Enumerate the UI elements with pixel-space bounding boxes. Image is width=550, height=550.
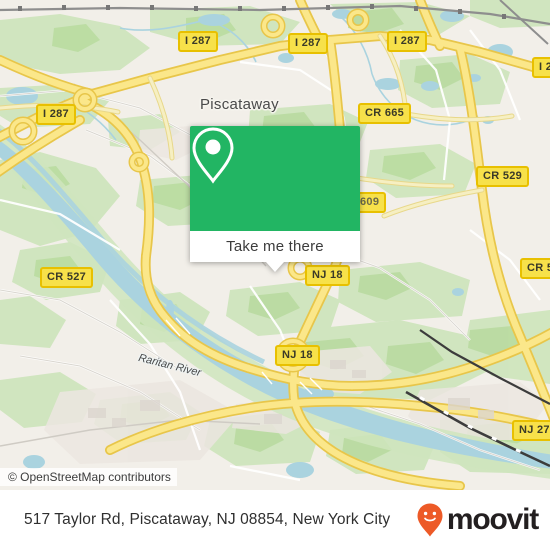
route-shield-i287-c[interactable]: I 287 (387, 31, 427, 52)
route-shield-i2-clipped[interactable]: I 2 (532, 57, 550, 78)
route-shield-cr527[interactable]: CR 527 (40, 267, 94, 288)
route-shield-i287-a[interactable]: I 287 (178, 31, 218, 52)
map-canvas[interactable]: Piscataway Raritan River I 287 I 287 I 2… (0, 0, 550, 490)
route-shield-nj18-a[interactable]: NJ 18 (305, 265, 350, 286)
route-shield-cr5-clipped[interactable]: CR 5 (520, 258, 550, 279)
address-label: 517 Taylor Rd, Piscataway, NJ 08854, New… (24, 511, 391, 528)
route-shield-i287-d[interactable]: I 287 (36, 104, 76, 125)
moovit-wordmark: moovit (446, 503, 539, 536)
destination-popup[interactable]: Take me there (190, 126, 360, 272)
route-shield-cr529[interactable]: CR 529 (476, 166, 530, 187)
map-pin-icon (192, 127, 234, 184)
map-attribution[interactable]: © OpenStreetMap contributors (0, 468, 177, 486)
footer-bar: 517 Taylor Rd, Piscataway, NJ 08854, New… (0, 490, 550, 550)
moovit-pin-smiley-icon (417, 503, 443, 537)
take-me-there-label: Take me there (226, 238, 324, 255)
route-shield-i287-b[interactable]: I 287 (288, 33, 328, 54)
place-label-piscataway: Piscataway (200, 96, 279, 113)
route-shield-nj18-b[interactable]: NJ 18 (275, 345, 320, 366)
map-screenshot-root: Piscataway Raritan River I 287 I 287 I 2… (0, 0, 550, 550)
popup-header (190, 126, 360, 231)
popup-footer[interactable]: Take me there (190, 231, 360, 262)
route-shield-cr665[interactable]: CR 665 (358, 103, 412, 124)
popup-tail (266, 262, 284, 272)
route-shield-nj27[interactable]: NJ 27 (512, 420, 550, 441)
moovit-logo[interactable]: moovit (417, 503, 539, 537)
